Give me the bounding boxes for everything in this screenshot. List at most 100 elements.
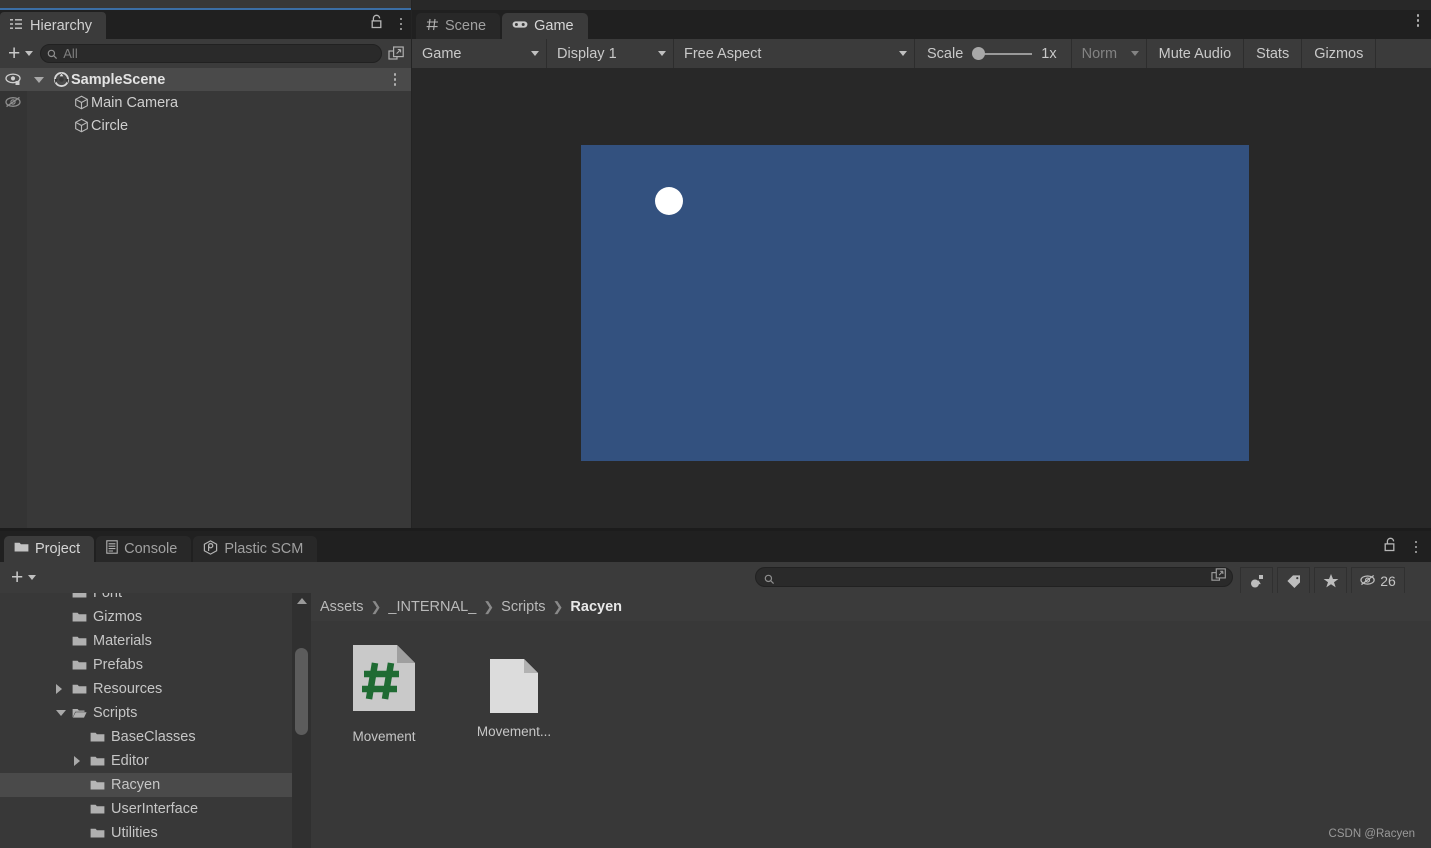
expand-twisty-icon[interactable] bbox=[74, 756, 80, 766]
project-create-button[interactable]: + bbox=[8, 565, 39, 589]
scroll-up-arrow-icon[interactable] bbox=[296, 596, 307, 605]
expand-twisty-icon[interactable] bbox=[34, 76, 44, 83]
tab-project[interactable]: Project bbox=[4, 536, 95, 562]
folder-icon bbox=[90, 803, 105, 815]
tab-console[interactable]: Console bbox=[96, 536, 192, 562]
folder-icon bbox=[90, 755, 105, 767]
scale-slider-group[interactable]: Scale 1x bbox=[915, 39, 1072, 68]
project-search-expand-icon[interactable] bbox=[1211, 567, 1227, 588]
aspect-dropdown[interactable]: Free Aspect bbox=[674, 39, 915, 68]
tab-hierarchy[interactable]: Hierarchy bbox=[0, 12, 107, 39]
tree-row-label: Font bbox=[93, 593, 123, 601]
breadcrumb-item-scripts[interactable]: Scripts bbox=[501, 599, 545, 615]
tree-row-utilities[interactable]: Utilities bbox=[0, 821, 292, 845]
project-search-input[interactable] bbox=[755, 567, 1233, 587]
game-render-surface[interactable] bbox=[581, 145, 1249, 461]
game-view-canvas[interactable] bbox=[412, 68, 1431, 528]
tree-row-font[interactable]: Font bbox=[0, 593, 292, 605]
filter-by-label-icon[interactable] bbox=[1277, 567, 1310, 594]
folder-icon bbox=[72, 593, 87, 599]
filter-by-type-icon[interactable] bbox=[1240, 567, 1273, 594]
tab-game[interactable]: Game bbox=[502, 13, 588, 39]
folder-icon bbox=[72, 611, 87, 623]
hierarchy-menu-icon[interactable] bbox=[394, 17, 408, 31]
scene-grid-icon bbox=[426, 18, 439, 35]
gameobject-cube-icon bbox=[71, 118, 91, 133]
project-menu-icon[interactable] bbox=[1409, 540, 1423, 554]
hierarchy-search-input[interactable]: All bbox=[40, 44, 382, 63]
plastic-scm-icon bbox=[203, 539, 218, 559]
unity-editor-window: Hierarchy + All SampleScene Main Camera … bbox=[0, 0, 1431, 848]
asset-item-movement-script[interactable]: Movement bbox=[339, 641, 429, 848]
chevron-down-icon bbox=[531, 51, 539, 56]
lock-icon[interactable] bbox=[1383, 537, 1396, 557]
tab-scene[interactable]: Scene bbox=[416, 13, 501, 39]
tree-row-gizmos[interactable]: Gizmos bbox=[0, 605, 292, 629]
tree-row-racyen[interactable]: Racyen bbox=[0, 773, 292, 797]
hierarchy-search-expand-icon[interactable] bbox=[386, 44, 407, 64]
hierarchy-row-circle[interactable]: Circle bbox=[0, 114, 412, 137]
tree-row-label: Editor bbox=[111, 753, 149, 769]
folder-icon bbox=[72, 635, 87, 647]
breadcrumb: Assets ❯ _INTERNAL_ ❯ Scripts ❯ Racyen bbox=[311, 593, 1431, 621]
game-panel: Scene Game Game Display 1 Free Aspect Sc… bbox=[412, 0, 1431, 528]
tab-game-label: Game bbox=[534, 18, 574, 34]
render-mode-dropdown[interactable]: Norm bbox=[1071, 39, 1147, 68]
project-panel: Project Console Plastic SCM + 26 Font Gi… bbox=[0, 531, 1431, 848]
visibility-off-icon[interactable] bbox=[0, 96, 27, 109]
lock-icon[interactable] bbox=[370, 14, 383, 34]
tree-row-scripts[interactable]: Scripts bbox=[0, 701, 292, 725]
game-menu-icon[interactable] bbox=[1411, 14, 1425, 27]
scene-context-menu-icon[interactable] bbox=[388, 73, 402, 86]
hierarchy-tab-tools bbox=[370, 14, 408, 34]
panel-divider-vertical[interactable] bbox=[411, 0, 412, 528]
collapse-twisty-icon[interactable] bbox=[56, 710, 66, 716]
project-tree-scrollbar[interactable] bbox=[292, 593, 311, 848]
asset-item-movement-meta[interactable]: Movement... bbox=[469, 641, 559, 848]
hierarchy-row-label: Main Camera bbox=[91, 94, 179, 111]
tree-row-prefabs[interactable]: Prefabs bbox=[0, 653, 292, 677]
chevron-down-icon bbox=[28, 575, 37, 580]
chevron-down-icon bbox=[658, 51, 666, 56]
hierarchy-tabstrip: Hierarchy bbox=[0, 10, 412, 39]
chevron-down-icon bbox=[25, 51, 34, 56]
favorites-star-icon[interactable] bbox=[1314, 567, 1347, 594]
search-icon bbox=[764, 572, 775, 584]
project-content-area: Assets ❯ _INTERNAL_ ❯ Scripts ❯ Racyen M… bbox=[311, 593, 1431, 848]
tree-row-userinterface[interactable]: UserInterface bbox=[0, 797, 292, 821]
plus-icon: + bbox=[8, 41, 21, 65]
tree-row-label: Materials bbox=[93, 633, 152, 649]
scrollbar-thumb[interactable] bbox=[295, 648, 308, 735]
plus-icon: + bbox=[11, 565, 24, 589]
visibility-toggle-icon[interactable] bbox=[0, 73, 27, 86]
game-viewmode-dropdown[interactable]: Game bbox=[412, 39, 547, 68]
tree-row-baseclasses[interactable]: BaseClasses bbox=[0, 725, 292, 749]
expand-twisty-icon[interactable] bbox=[56, 684, 62, 694]
tree-row-label: BaseClasses bbox=[111, 729, 196, 745]
create-object-button[interactable]: + bbox=[5, 41, 36, 65]
gizmos-button[interactable]: Gizmos bbox=[1302, 39, 1377, 68]
stats-button[interactable]: Stats bbox=[1244, 39, 1303, 68]
breadcrumb-item-internal[interactable]: _INTERNAL_ bbox=[388, 599, 476, 615]
breadcrumb-item-assets[interactable]: Assets bbox=[320, 599, 364, 615]
display-dropdown[interactable]: Display 1 bbox=[547, 39, 674, 68]
tab-console-label: Console bbox=[124, 541, 178, 557]
hierarchy-row-main-camera[interactable]: Main Camera bbox=[0, 91, 412, 114]
tree-row-label: Resources bbox=[93, 681, 163, 697]
text-file-icon bbox=[488, 641, 540, 715]
hierarchy-row-samplescene[interactable]: SampleScene bbox=[0, 68, 412, 91]
mute-audio-button[interactable]: Mute Audio bbox=[1146, 39, 1245, 68]
chevron-right-icon: ❯ bbox=[552, 599, 564, 614]
scale-slider-knob[interactable] bbox=[972, 47, 986, 60]
unity-scene-icon bbox=[51, 72, 71, 87]
tab-plastic-scm[interactable]: Plastic SCM bbox=[193, 536, 318, 562]
scale-slider[interactable] bbox=[972, 47, 1033, 60]
csharp-script-icon bbox=[349, 641, 419, 720]
tree-row-resources[interactable]: Resources bbox=[0, 677, 292, 701]
hidden-assets-count-button[interactable]: 26 bbox=[1351, 567, 1405, 594]
hidden-assets-count: 26 bbox=[1380, 572, 1396, 589]
tree-row-materials[interactable]: Materials bbox=[0, 629, 292, 653]
tree-row-editor[interactable]: Editor bbox=[0, 749, 292, 773]
aspect-label: Free Aspect bbox=[684, 45, 762, 62]
breadcrumb-item-current[interactable]: Racyen bbox=[570, 599, 622, 615]
